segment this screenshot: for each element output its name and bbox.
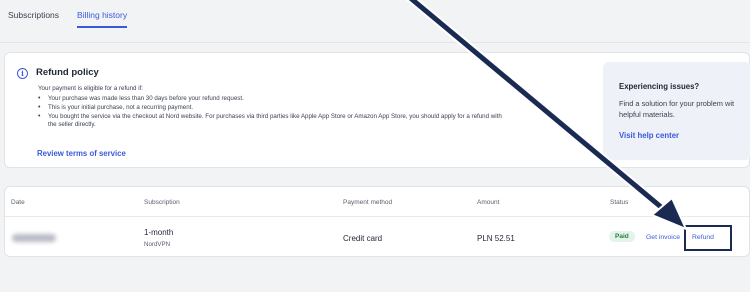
- refund-conditions-list: Your purchase was made less than 30 days…: [38, 94, 598, 121]
- subscription-plan: 1-month: [144, 228, 174, 237]
- column-header-amount: Amount: [477, 199, 500, 206]
- status-badge: Paid: [609, 231, 635, 242]
- refund-condition-continuation: the seller directly.: [48, 121, 96, 128]
- help-box-text-line: helpful materials.: [619, 110, 675, 119]
- column-header-date: Date: [11, 199, 25, 206]
- info-icon: i: [17, 68, 28, 79]
- help-box: Experiencing issues? Find a solution for…: [603, 62, 750, 160]
- refund-policy-title: Refund policy: [36, 67, 99, 78]
- refund-condition: You bought the service via the checkout …: [38, 112, 598, 121]
- review-terms-link[interactable]: Review terms of service: [37, 149, 126, 158]
- refund-link[interactable]: Refund: [692, 234, 714, 241]
- help-box-title: Experiencing issues?: [619, 82, 700, 91]
- help-box-text-line: Find a solution for your problem wit: [619, 99, 735, 108]
- subscription-product: NordVPN: [144, 241, 171, 248]
- refund-condition: Your purchase was made less than 30 days…: [38, 94, 598, 103]
- column-header-subscription: Subscription: [144, 199, 180, 206]
- table-header-divider: [5, 216, 749, 217]
- visit-help-center-link[interactable]: Visit help center: [619, 131, 679, 140]
- help-box-text: Find a solution for your problem wit hel…: [619, 98, 750, 120]
- payment-method-value: Credit card: [343, 234, 383, 243]
- refund-policy-intro: Your payment is eligible for a refund if…: [38, 85, 144, 92]
- tab-subscriptions[interactable]: Subscriptions: [8, 10, 59, 28]
- tab-billing-history[interactable]: Billing history: [77, 10, 128, 28]
- column-header-status: Status: [610, 199, 629, 206]
- column-header-payment-method: Payment method: [343, 199, 393, 206]
- date-value-redacted: [12, 234, 56, 242]
- billing-history-page: Subscriptions Billing history i Refund p…: [0, 0, 750, 292]
- refund-policy-card: i Refund policy Your payment is eligible…: [4, 52, 750, 168]
- amount-value: PLN 52.51: [477, 234, 515, 243]
- tab-divider: [0, 42, 750, 43]
- refund-highlight-box: Refund: [684, 225, 732, 251]
- billing-table: Date Subscription Payment method Amount …: [4, 186, 750, 257]
- refund-condition: This is your initial purchase, not a rec…: [38, 103, 598, 112]
- tab-bar: Subscriptions Billing history: [8, 10, 128, 28]
- get-invoice-link[interactable]: Get invoice: [646, 234, 680, 241]
